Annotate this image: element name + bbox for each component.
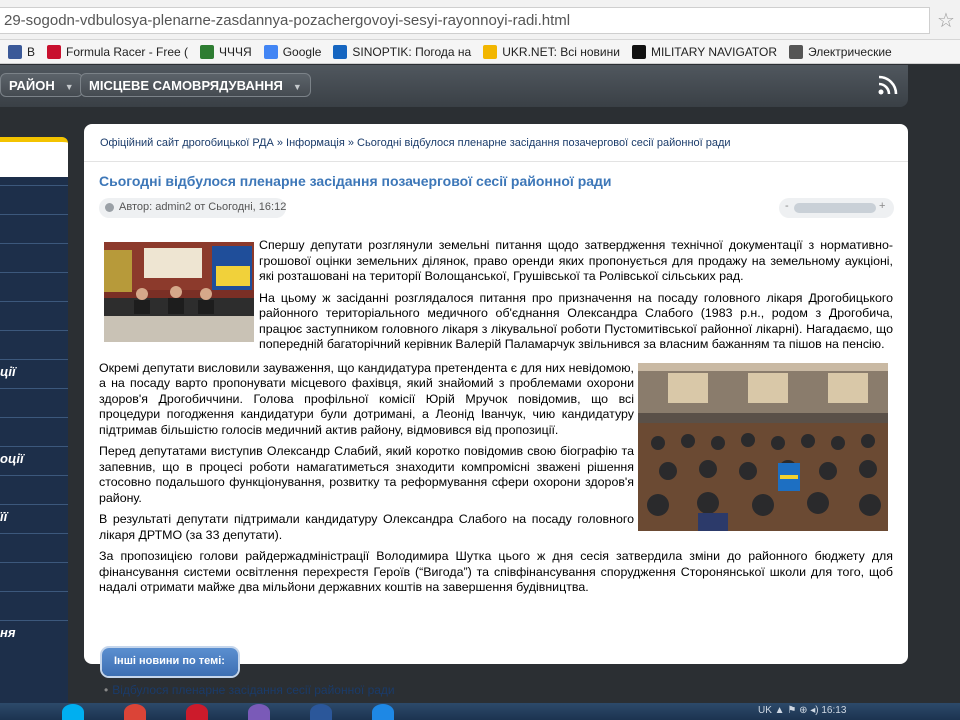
nav-item-label: РАЙОН bbox=[9, 78, 55, 93]
sidebar-item[interactable] bbox=[0, 475, 68, 501]
page-title[interactable]: Сьогодні відбулося пленарне засідання по… bbox=[99, 173, 612, 189]
paragraph: За пропозицією голови райдержадміністрац… bbox=[99, 549, 893, 594]
sidebar-item[interactable] bbox=[0, 214, 68, 240]
sidebar-item[interactable]: її bbox=[0, 504, 68, 530]
racer-icon bbox=[47, 44, 62, 59]
google-icon bbox=[263, 44, 278, 59]
sidebar-item[interactable] bbox=[0, 330, 68, 356]
article-meta: Автор: admin2 от Сьогодні, 16:12 bbox=[99, 198, 286, 218]
bookmark-label: Formula Racer - Free ( bbox=[66, 44, 189, 59]
app-x-icon[interactable] bbox=[372, 704, 394, 720]
nav-item-self-government[interactable]: МІСЦЕВЕ САМОВРЯДУВАННЯ ▼ bbox=[80, 73, 311, 97]
sidebar-item[interactable] bbox=[0, 185, 68, 211]
bookmark-item[interactable]: Formula Racer - Free ( bbox=[47, 44, 189, 59]
related-news-label: Відбулося пленарне засідання сесії район… bbox=[112, 683, 395, 697]
article-body: Спершу депутати розглянули земельні пита… bbox=[99, 238, 893, 602]
nav-item-label: МІСЦЕВЕ САМОВРЯДУВАННЯ bbox=[89, 78, 283, 93]
browser-address-bar: 29-sogodn-vdbulosya-plenarne-zasdannya-p… bbox=[0, 0, 960, 40]
ukrnet-icon bbox=[483, 44, 498, 59]
chevron-down-icon: ▼ bbox=[64, 81, 74, 92]
bookmark-item[interactable]: Google bbox=[263, 44, 322, 59]
sidebar-header bbox=[0, 137, 68, 177]
chrome-icon[interactable] bbox=[124, 704, 146, 720]
site-nav: РАЙОН ▼ МІСЦЕВЕ САМОВРЯДУВАННЯ ▼ bbox=[0, 65, 908, 107]
left-sidebar: ції оції її ня bbox=[0, 137, 68, 720]
facebook-icon bbox=[8, 44, 22, 59]
sidebar-item[interactable] bbox=[0, 272, 68, 298]
bookmark-label: В bbox=[27, 44, 36, 59]
sidebar-item[interactable]: ції bbox=[0, 359, 68, 385]
sidebar-item[interactable]: ня bbox=[0, 620, 68, 646]
bookmark-label: ЧЧЧЯ bbox=[219, 44, 252, 59]
bookmark-item[interactable]: MILITARY NAVIGATOR bbox=[631, 44, 777, 59]
bookmark-label: SINOPTIK: Погода на bbox=[352, 44, 472, 59]
sidebar-item[interactable] bbox=[0, 533, 68, 559]
nav-item-rayon[interactable]: РАЙОН ▼ bbox=[0, 73, 83, 97]
bookmark-star-icon[interactable]: ☆ bbox=[937, 8, 955, 33]
bookmark-item[interactable]: UKR.NET: Всі новини bbox=[483, 44, 620, 59]
bookmark-label: Google bbox=[282, 44, 322, 59]
app-icon[interactable] bbox=[248, 704, 270, 720]
mn-icon bbox=[631, 44, 646, 59]
sidebar-item[interactable] bbox=[0, 301, 68, 327]
bookmark-label: UKR.NET: Всі новини bbox=[502, 44, 620, 59]
hall-photo[interactable] bbox=[638, 362, 888, 531]
more-news-button[interactable]: Інші новини по темі: bbox=[102, 648, 238, 676]
session-photo[interactable] bbox=[104, 242, 254, 342]
bookmark-item[interactable]: ЧЧЧЯ bbox=[200, 44, 252, 59]
leaf-icon bbox=[200, 44, 215, 59]
rss-icon[interactable] bbox=[876, 73, 900, 97]
bookmark-item[interactable]: Электрические bbox=[789, 44, 892, 59]
rating-minus-button[interactable]: - bbox=[785, 200, 789, 212]
sidebar-item[interactable] bbox=[0, 562, 68, 588]
bookmark-item[interactable]: В bbox=[8, 44, 36, 59]
sidebar-item[interactable] bbox=[0, 417, 68, 443]
author-icon bbox=[105, 203, 114, 212]
sidebar-item[interactable] bbox=[0, 388, 68, 414]
tooth-icon bbox=[789, 44, 803, 59]
skype-icon[interactable] bbox=[62, 704, 84, 720]
sidebar-item[interactable] bbox=[0, 591, 68, 617]
bookmark-label: MILITARY NAVIGATOR bbox=[650, 44, 777, 59]
system-tray[interactable]: UK ▲ ⚑ ⊕ ◂) 16:13 bbox=[758, 705, 846, 716]
thermometer-icon bbox=[333, 44, 348, 59]
taskbar: UK ▲ ⚑ ⊕ ◂) 16:13 bbox=[0, 703, 960, 720]
url-field[interactable]: 29-sogodn-vdbulosya-plenarne-zasdannya-p… bbox=[0, 7, 930, 34]
word-icon[interactable] bbox=[310, 704, 332, 720]
chevron-down-icon: ▼ bbox=[292, 81, 302, 92]
bookmark-label: Электрические bbox=[808, 44, 892, 59]
opera-icon[interactable] bbox=[186, 704, 208, 720]
sidebar-item[interactable]: оції bbox=[0, 446, 68, 472]
related-news-link[interactable]: • Відбулося пленарне засідання сесії райо… bbox=[104, 683, 395, 697]
rating-plus-button[interactable]: + bbox=[879, 200, 885, 212]
bookmark-item[interactable]: SINOPTIK: Погода на bbox=[333, 44, 472, 59]
breadcrumb[interactable]: Офіційний сайт дрогобицької РДА » Інформ… bbox=[84, 124, 908, 162]
article-container: Офіційний сайт дрогобицької РДА » Інформ… bbox=[84, 124, 908, 676]
bookmarks-bar: В Formula Racer - Free ( ЧЧЧЯ Google SINOPTI… bbox=[0, 40, 960, 64]
sidebar-item[interactable] bbox=[0, 243, 68, 269]
rating-bar bbox=[794, 203, 876, 213]
author-date: Автор: admin2 от Сьогодні, 16:12 bbox=[119, 201, 287, 213]
rating-widget[interactable]: - + bbox=[779, 198, 894, 218]
bullet-icon: • bbox=[104, 683, 109, 697]
